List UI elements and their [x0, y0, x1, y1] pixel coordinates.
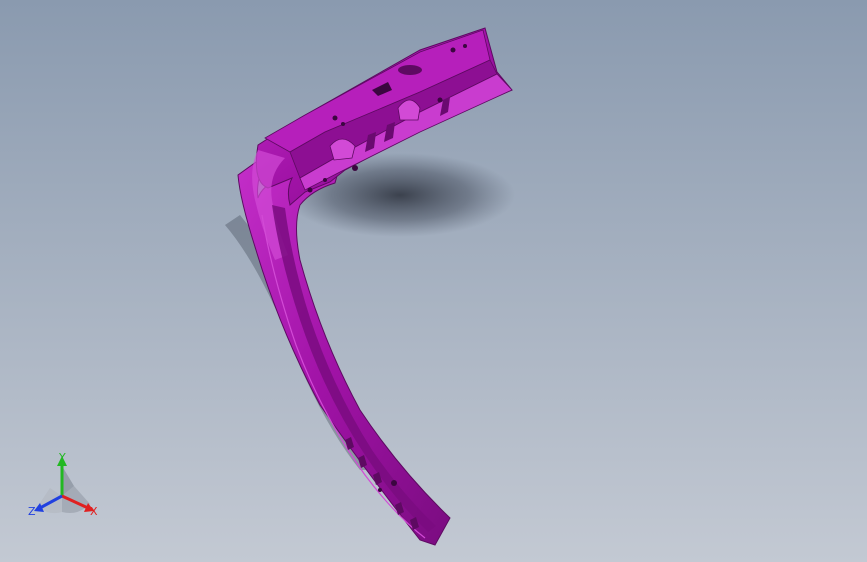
- x-axis-label: X: [90, 505, 98, 518]
- z-axis-label: Z: [28, 505, 36, 518]
- orientation-triad[interactable]: Y X Z: [22, 446, 106, 530]
- 3d-model-view[interactable]: [0, 0, 867, 562]
- graphics-viewport[interactable]: Y X Z: [0, 0, 867, 562]
- slot-hole: [398, 65, 422, 75]
- bracket-part[interactable]: [237, 27, 513, 546]
- y-axis-label: Y: [59, 451, 66, 464]
